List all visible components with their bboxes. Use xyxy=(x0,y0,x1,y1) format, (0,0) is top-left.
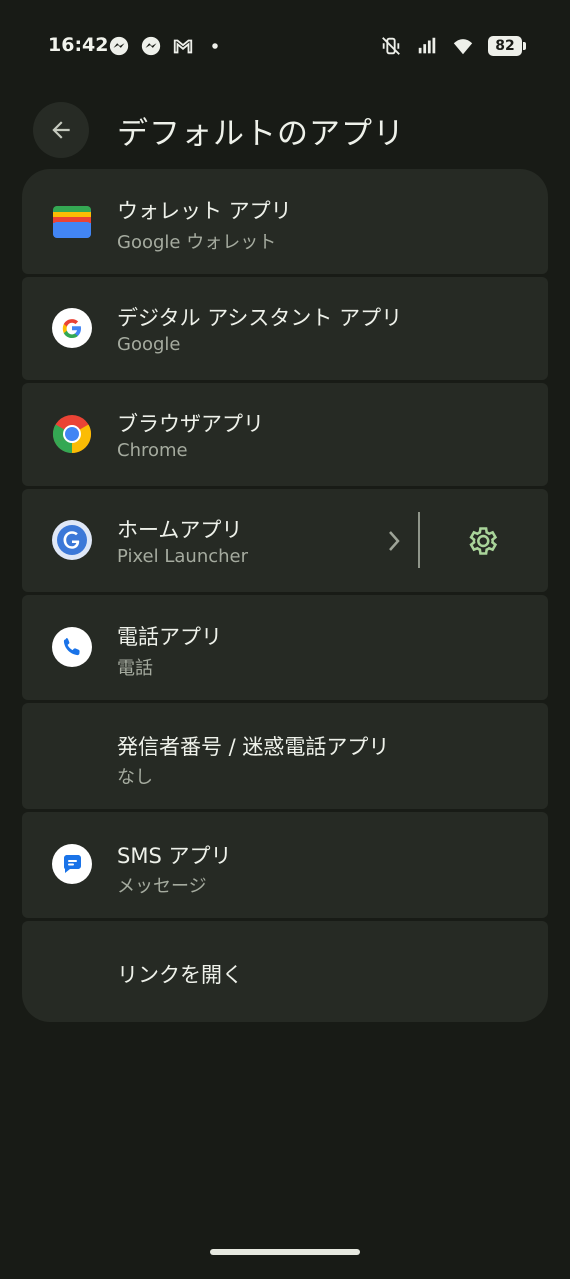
row-title: ウォレット アプリ xyxy=(117,199,292,223)
vertical-divider xyxy=(418,512,420,568)
open-links-row[interactable]: リンクを開く xyxy=(22,921,548,1022)
messenger-icon xyxy=(109,36,129,56)
home-app-row[interactable]: ホームアプリ Pixel Launcher xyxy=(22,489,548,592)
wifi-icon xyxy=(453,39,473,55)
status-time: 16:42 xyxy=(48,34,109,56)
phone-icon xyxy=(52,627,92,667)
row-subtitle: なし xyxy=(117,767,153,788)
row-title: ブラウザアプリ xyxy=(117,412,264,436)
back-button[interactable] xyxy=(33,102,89,158)
assistant-app-row[interactable]: デジタル アシスタント アプリ Google xyxy=(22,277,548,380)
row-subtitle: メッセージ xyxy=(117,876,207,897)
row-title: 発信者番号 / 迷惑電話アプリ xyxy=(117,735,390,759)
sms-app-row[interactable]: SMS アプリ メッセージ xyxy=(22,812,548,918)
chrome-icon xyxy=(52,415,92,454)
row-subtitle: Google ウォレット xyxy=(117,232,277,253)
caller-id-app-row[interactable]: 発信者番号 / 迷惑電話アプリ なし xyxy=(22,703,548,809)
notification-icons xyxy=(108,35,226,57)
wallet-app-row[interactable]: ウォレット アプリ Google ウォレット xyxy=(22,169,548,274)
messenger-icon xyxy=(141,36,161,56)
chevron-right-icon xyxy=(389,531,400,551)
gesture-nav-handle[interactable] xyxy=(210,1249,360,1255)
row-title: ホームアプリ xyxy=(117,518,243,542)
vibrate-off-icon xyxy=(382,37,400,55)
google-icon xyxy=(52,308,92,348)
row-subtitle: Pixel Launcher xyxy=(117,546,249,567)
row-subtitle: Google xyxy=(117,334,181,355)
row-subtitle: 電話 xyxy=(117,658,153,679)
google-wallet-icon xyxy=(53,206,91,238)
arrow-back-icon xyxy=(52,121,70,139)
page-title: デフォルトのアプリ xyxy=(117,116,405,152)
signal-icon xyxy=(418,37,436,54)
gear-icon[interactable] xyxy=(465,524,499,558)
phone-app-row[interactable]: 電話アプリ 電話 xyxy=(22,595,548,700)
row-title: 電話アプリ xyxy=(117,625,222,649)
battery-indicator: 82 xyxy=(488,36,526,56)
system-icons: 82 xyxy=(380,35,526,57)
pixel-launcher-icon xyxy=(52,520,92,560)
row-title: SMS アプリ xyxy=(117,844,232,868)
row-title: リンクを開く xyxy=(117,963,243,987)
screen: 16:42 82 デフォルトのアプリ ウォレット アプリ Google ウォレッ… xyxy=(0,0,570,1279)
row-title: デジタル アシスタント アプリ xyxy=(117,306,403,330)
gmail-icon xyxy=(173,39,193,54)
row-subtitle: Chrome xyxy=(117,440,188,461)
dot-icon xyxy=(212,43,218,49)
status-bar: 16:42 82 xyxy=(0,0,570,92)
browser-app-row[interactable]: ブラウザアプリ Chrome xyxy=(22,383,548,486)
messages-icon xyxy=(52,844,92,884)
default-apps-list: ウォレット アプリ Google ウォレット デジタル アシスタント アプリ G… xyxy=(22,169,548,1022)
